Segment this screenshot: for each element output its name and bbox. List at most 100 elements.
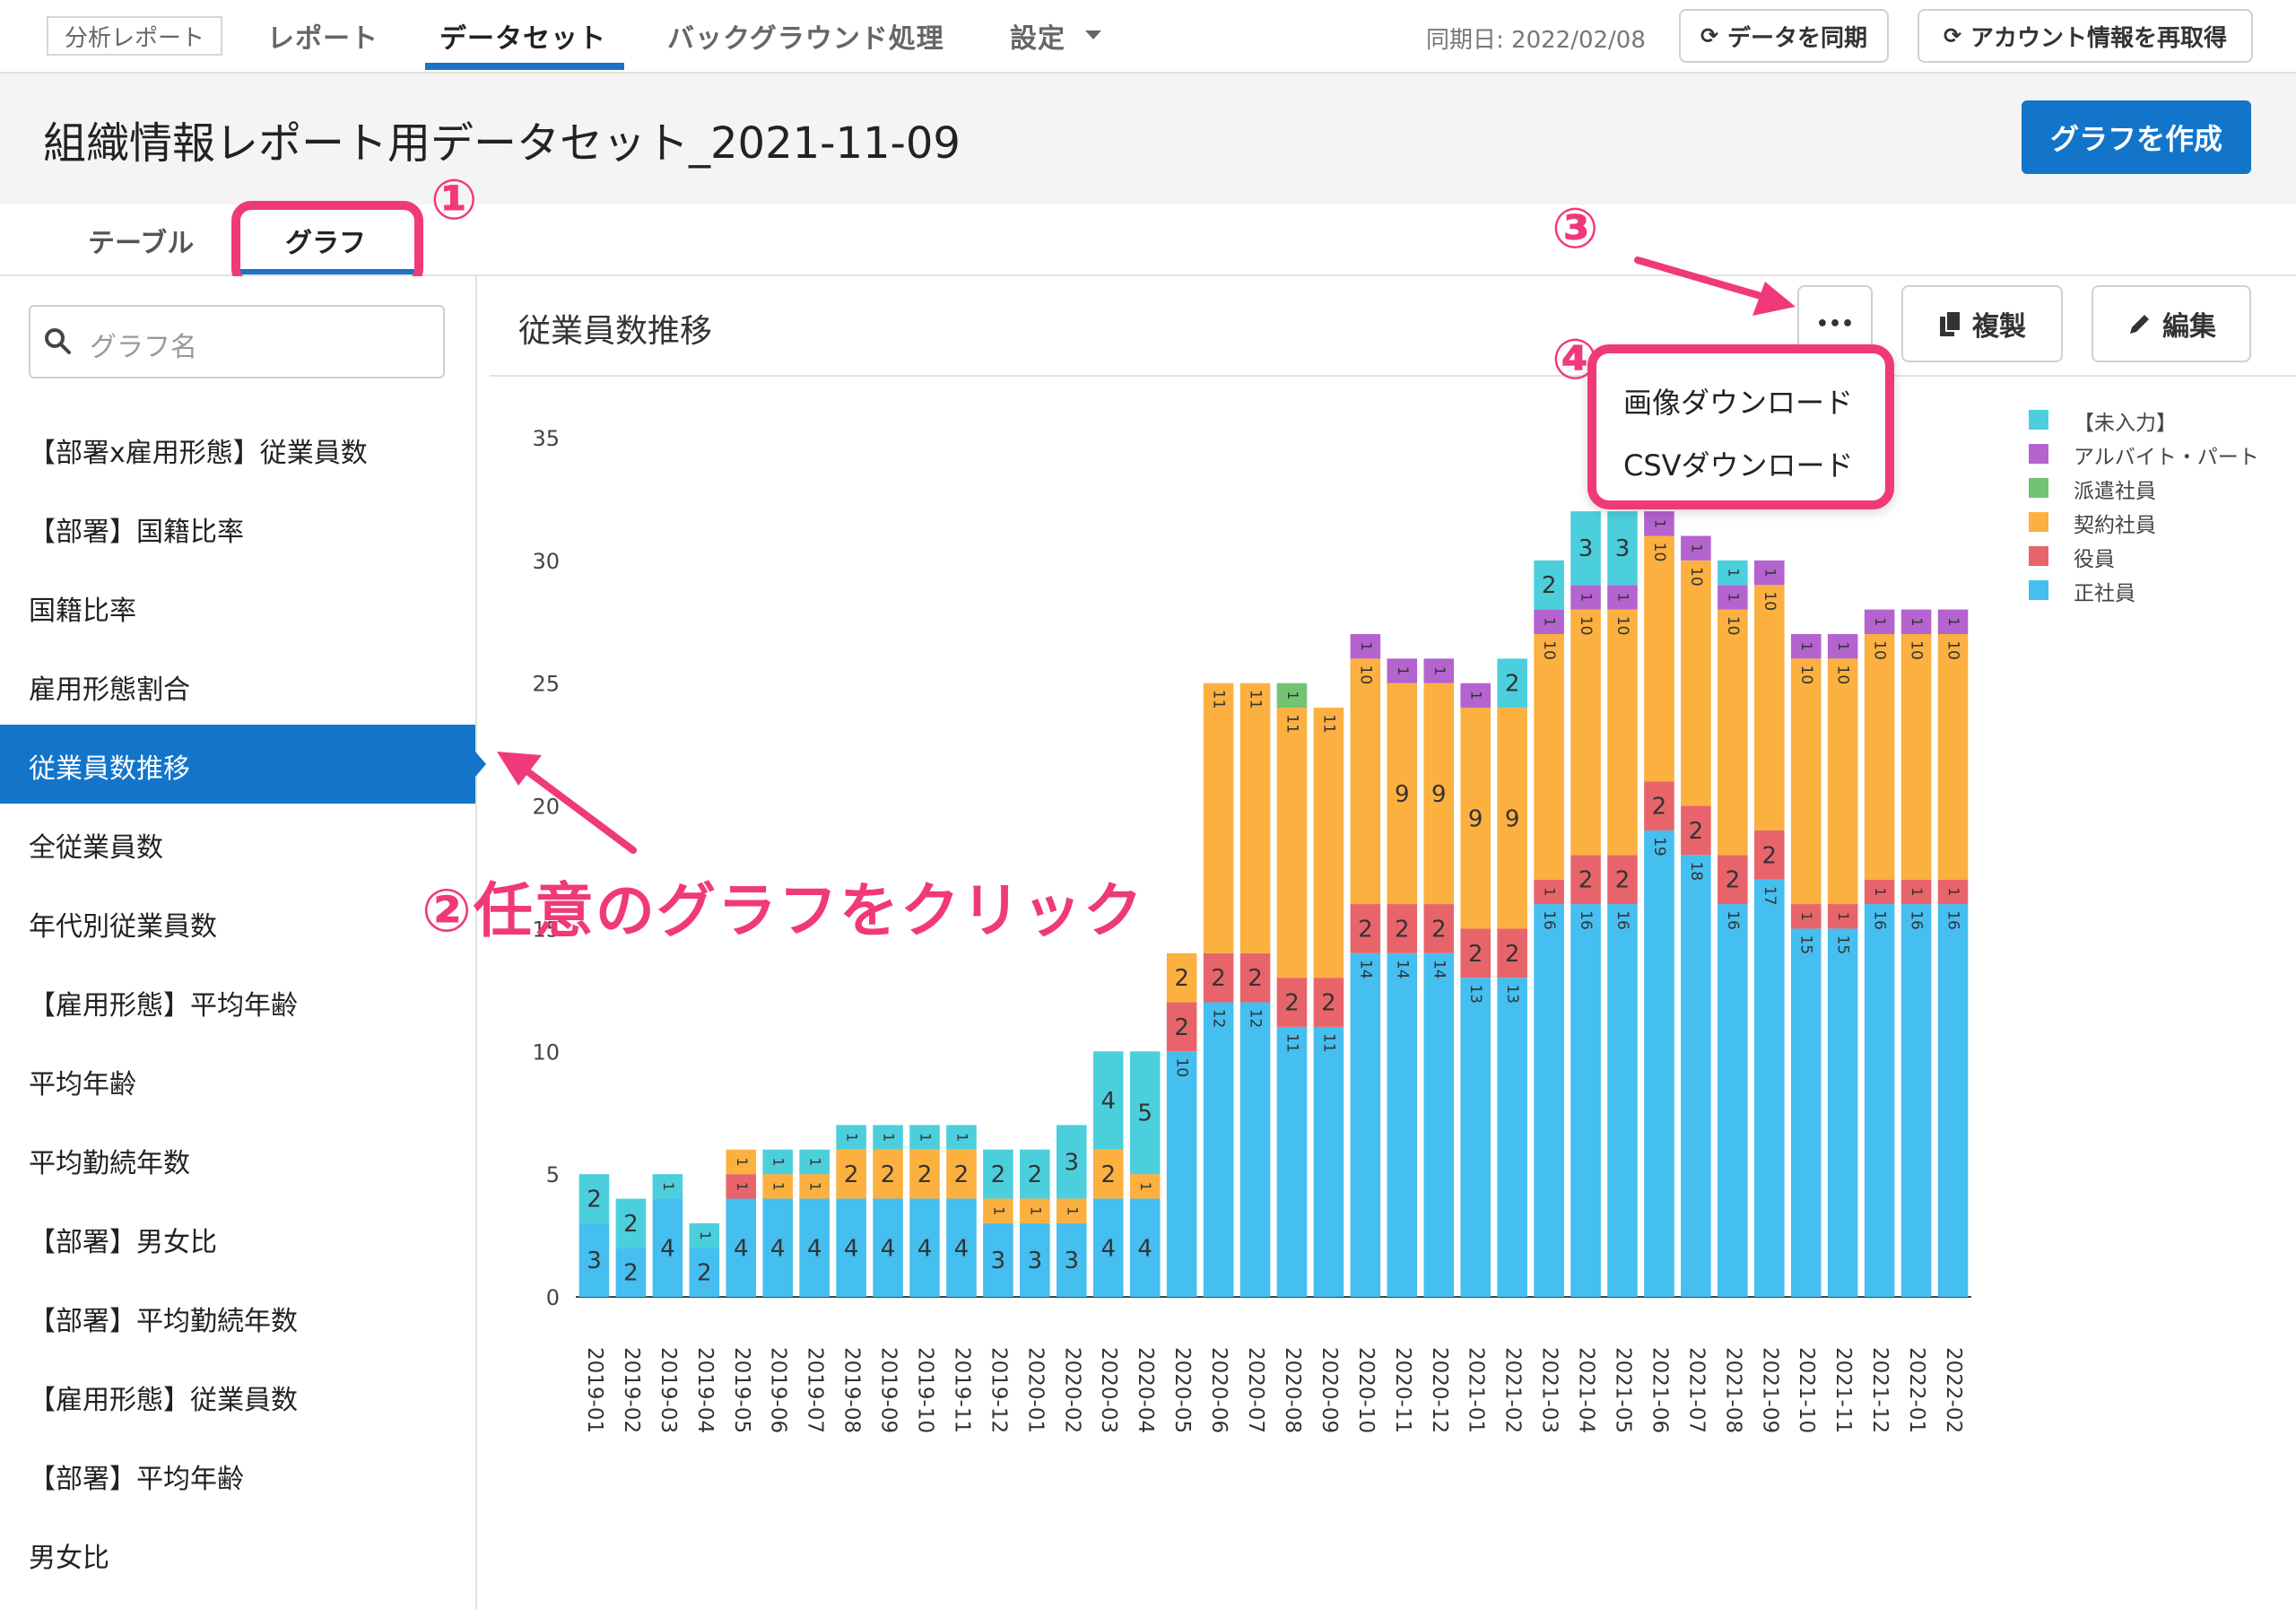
- data-label: 4: [807, 1235, 822, 1262]
- x-tick-label: 2021-09: [1758, 1347, 1781, 1433]
- data-label: 2: [1431, 916, 1447, 943]
- x-tick-label: 2020-08: [1281, 1347, 1304, 1433]
- duplicate-button[interactable]: 複製: [1901, 285, 2063, 362]
- nav-tab-settings[interactable]: 設定: [1010, 16, 1065, 56]
- legend-label[interactable]: 【未入力】: [2074, 405, 2177, 436]
- sidebar-item[interactable]: 【雇用形態】平均年齢: [29, 983, 298, 1022]
- x-tick-label: 2019-09: [877, 1347, 900, 1433]
- bar-segment: [1790, 928, 1822, 1297]
- data-label: 1: [1468, 691, 1485, 700]
- x-tick-label: 2019-06: [767, 1347, 790, 1433]
- x-tick-label: 2020-10: [1354, 1347, 1378, 1433]
- bar-segment: [1534, 633, 1564, 880]
- sidebar-item[interactable]: 平均年齢: [29, 1062, 136, 1101]
- legend-label[interactable]: 契約社員: [2074, 508, 2156, 538]
- nav-tab-background[interactable]: バックグラウンド処理: [667, 16, 944, 56]
- data-label: 9: [1431, 781, 1447, 808]
- legend-label[interactable]: 役員: [2074, 542, 2115, 572]
- sidebar-item[interactable]: 【部署】国籍比率: [29, 509, 244, 549]
- sidebar-item[interactable]: 【雇用形態】従業員数: [29, 1378, 298, 1417]
- sidebar-item[interactable]: 国籍比率: [29, 588, 136, 628]
- data-label: 1: [1909, 887, 1926, 896]
- data-label: 9: [1468, 805, 1483, 832]
- data-label: 1: [1835, 912, 1852, 921]
- sidebar-item[interactable]: 【部署】平均勤続年数: [29, 1299, 298, 1338]
- data-label: 4: [844, 1235, 859, 1262]
- data-label: 11: [1319, 1033, 1337, 1053]
- legend-label[interactable]: 派遣社員: [2074, 474, 2156, 504]
- nav-active-indicator: [425, 63, 624, 70]
- data-label: 10: [1540, 640, 1558, 660]
- data-label: 11: [1283, 1033, 1300, 1053]
- bar-segment: [1937, 904, 1969, 1297]
- bar-segment: [1864, 633, 1895, 880]
- sync-data-button[interactable]: ⟳ データを同期: [1679, 9, 1889, 63]
- sidebar-item-selected[interactable]: 従業員数推移: [29, 746, 190, 786]
- chevron-down-icon[interactable]: [1085, 30, 1101, 39]
- sidebar-item[interactable]: 年代別従業員数: [29, 904, 217, 944]
- data-label: 1: [770, 1157, 787, 1166]
- data-label: 10: [1577, 616, 1595, 636]
- data-label: 1: [1651, 519, 1668, 528]
- data-label: 1: [1945, 617, 1962, 626]
- sidebar-item[interactable]: 全従業員数: [29, 825, 163, 865]
- bar-segment: [1790, 658, 1822, 905]
- annotation-number-3: ③: [1552, 196, 1599, 261]
- create-graph-button[interactable]: グラフを作成: [2022, 100, 2251, 174]
- data-label: 2: [1689, 818, 1704, 845]
- bar-segment: [1460, 978, 1491, 1297]
- more-icon: •••: [1815, 312, 1855, 335]
- sidebar-item[interactable]: 男女比: [29, 1535, 109, 1575]
- reacquire-account-button[interactable]: ⟳ アカウント情報を再取得: [1918, 9, 2253, 63]
- data-label: 2: [587, 1187, 602, 1213]
- app-logo[interactable]: 分析レポート: [47, 16, 222, 56]
- bar-segment: [1900, 904, 1932, 1297]
- tab-table[interactable]: テーブル: [88, 221, 194, 260]
- more-options-menu: [1587, 344, 1894, 509]
- x-tick-label: 2020-02: [1060, 1347, 1083, 1433]
- x-tick-label: 2020-03: [1097, 1347, 1120, 1433]
- data-label: 10: [1761, 591, 1779, 611]
- sidebar-item[interactable]: 平均勤続年数: [29, 1141, 190, 1180]
- bar-segment: [1497, 978, 1527, 1297]
- data-label: 15: [1797, 935, 1815, 955]
- data-label: 14: [1356, 960, 1374, 979]
- x-tick-label: 2021-10: [1795, 1347, 1818, 1433]
- data-label: 10: [1834, 665, 1852, 685]
- data-label: 14: [1430, 960, 1448, 979]
- data-label: 1: [1615, 593, 1632, 602]
- nav-tab-report[interactable]: レポート: [267, 16, 378, 56]
- data-label: 9: [1395, 781, 1410, 808]
- bar-segment: [1754, 879, 1785, 1297]
- data-label: 1: [953, 1133, 970, 1142]
- legend-label[interactable]: 正社員: [2074, 576, 2135, 606]
- legend-label[interactable]: アルバイト・パート: [2074, 439, 2259, 470]
- sidebar-item[interactable]: 【部署】平均年齢: [29, 1457, 244, 1496]
- data-label: 1: [1137, 1182, 1154, 1191]
- data-label: 3: [1615, 535, 1631, 562]
- data-label: 4: [918, 1235, 933, 1262]
- data-label: 1: [844, 1133, 861, 1142]
- sidebar-item[interactable]: 雇用形態割合: [29, 667, 190, 707]
- menu-item-image-download[interactable]: 画像ダウンロード: [1623, 380, 1853, 422]
- data-label: 16: [1871, 910, 1889, 930]
- bar-segment: [1350, 952, 1381, 1297]
- bar-segment: [1239, 1002, 1271, 1297]
- edit-button[interactable]: 編集: [2092, 285, 2251, 362]
- x-tick-label: 2021-01: [1465, 1347, 1488, 1433]
- data-label: 12: [1210, 1009, 1228, 1029]
- data-label: 2: [1726, 867, 1741, 894]
- sidebar-item[interactable]: 【部署】男女比: [29, 1220, 217, 1259]
- data-label: 3: [1065, 1149, 1080, 1176]
- data-label: 1: [1542, 617, 1559, 626]
- sidebar-item[interactable]: 【部署x雇用形態】従業員数: [29, 431, 368, 470]
- bar-segment: [1644, 830, 1674, 1297]
- data-label: 1: [1945, 887, 1962, 896]
- menu-item-csv-download[interactable]: CSVダウンロード: [1623, 443, 1854, 484]
- data-label: 1: [1798, 642, 1815, 651]
- bar-segment: [1387, 952, 1418, 1297]
- data-label: 1: [1395, 666, 1412, 675]
- data-label: 1: [1431, 666, 1448, 675]
- data-label: 1: [1725, 593, 1742, 602]
- nav-tab-dataset[interactable]: データセット: [439, 16, 606, 56]
